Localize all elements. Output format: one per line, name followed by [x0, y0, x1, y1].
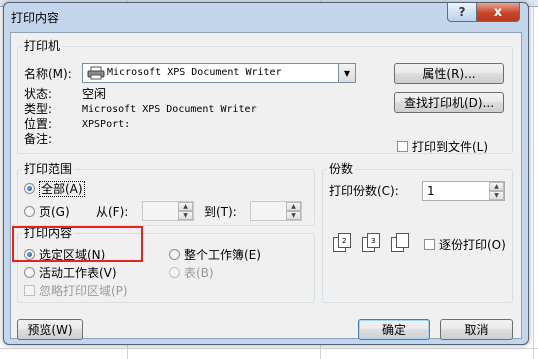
ok-button[interactable]: 确定 — [358, 319, 430, 340]
location-value: XPSPort: — [82, 119, 131, 130]
print-dialog: 打印内容 ? x 打印机 名称(M): Microsoft XPS Docume… — [3, 2, 529, 345]
help-button[interactable]: ? — [447, 3, 477, 22]
copies-group-label: 份数 — [327, 162, 356, 176]
print-to-file-label[interactable]: 打印到文件(L) — [412, 140, 488, 154]
preview-button[interactable]: 预览(W) — [17, 319, 83, 340]
title-bar[interactable]: 打印内容 ? x — [4, 3, 528, 33]
copies-count-label: 打印份数(C): — [329, 184, 399, 198]
type-label: 类型: — [24, 102, 53, 116]
printer-icon — [87, 66, 105, 80]
help-icon: ? — [458, 5, 466, 19]
content-table-radio[interactable] — [169, 267, 180, 278]
spin-up-icon[interactable]: ▲ — [286, 202, 301, 211]
range-pages-label[interactable]: 页(G) — [39, 205, 70, 219]
status-value: 空闲 — [82, 87, 107, 101]
range-all-radio[interactable] — [24, 183, 35, 194]
ignore-print-area-label: 忽略打印区域(P) — [39, 284, 128, 298]
content-active-sheet-radio[interactable] — [24, 267, 35, 278]
type-value: Microsoft XPS Document Writer — [82, 104, 257, 115]
spin-up-icon[interactable]: ▲ — [489, 182, 504, 191]
collate-checkbox[interactable] — [424, 239, 435, 250]
find-printer-button[interactable]: 查找打印机(D)... — [394, 92, 504, 113]
status-label: 状态: — [24, 87, 53, 101]
copies-count-input[interactable]: 1 ▲ ▼ — [422, 181, 505, 201]
properties-button[interactable]: 属性(R)... — [394, 63, 504, 84]
collate-page-icon — [396, 233, 409, 248]
printer-group: 打印机 名称(M): Microsoft XPS Document Writer… — [17, 39, 513, 154]
spin-up-icon[interactable]: ▲ — [178, 202, 193, 211]
close-button[interactable]: x — [476, 3, 520, 22]
printer-name-select[interactable]: Microsoft XPS Document Writer ▼ — [82, 63, 356, 83]
print-range-group-label: 打印范围 — [22, 162, 75, 176]
chevron-down-icon[interactable]: ▼ — [338, 64, 355, 82]
spin-down-icon[interactable]: ▼ — [489, 191, 504, 200]
content-workbook-label[interactable]: 整个工作簿(E) — [184, 248, 261, 262]
annotation-highlight-box — [12, 226, 143, 262]
collate-page-icon: 3 — [367, 233, 380, 248]
content-table-label: 表(B) — [184, 266, 214, 280]
printer-name-value: Microsoft XPS Document Writer — [107, 67, 282, 78]
range-from-label: 从(F): — [96, 205, 129, 219]
grid-row-line — [0, 348, 538, 349]
collate-page-icon: 2 — [338, 233, 351, 248]
copies-group: 份数 打印份数(C): 1 ▲▼ 1 2 3 逐份打印(O) — [322, 162, 513, 303]
content-workbook-radio[interactable] — [169, 249, 180, 260]
location-label: 位置: — [24, 117, 53, 131]
range-to-label: 到(T): — [204, 205, 237, 219]
print-to-file-checkbox[interactable] — [397, 141, 408, 152]
copies-count-value: 1 — [427, 184, 435, 198]
printer-group-label: 打印机 — [22, 39, 63, 53]
close-icon: x — [493, 4, 503, 20]
content-active-sheet-label[interactable]: 活动工作表(V) — [39, 266, 117, 280]
printer-name-label: 名称(M): — [24, 67, 72, 81]
spin-down-icon[interactable]: ▼ — [178, 211, 193, 220]
range-from-input[interactable]: ▲ ▼ — [142, 201, 194, 221]
cancel-button[interactable]: 取消 — [440, 319, 513, 340]
range-to-input[interactable]: ▲ ▼ — [250, 201, 302, 221]
range-pages-radio[interactable] — [24, 206, 35, 217]
ignore-print-area-checkbox[interactable] — [24, 285, 35, 296]
print-range-group: 打印范围 全部(A) 页(G) 从(F): ▲ ▼ 到(T): ▲ ▼ — [17, 162, 315, 226]
dialog-client-area: 打印机 名称(M): Microsoft XPS Document Writer… — [10, 32, 522, 340]
dialog-title: 打印内容 — [11, 11, 60, 25]
collate-label[interactable]: 逐份打印(O) — [439, 238, 506, 252]
spin-down-icon[interactable]: ▼ — [286, 211, 301, 220]
range-all-label[interactable]: 全部(A) — [39, 181, 85, 197]
comment-label: 备注: — [24, 132, 53, 146]
grid-column-line — [533, 0, 534, 359]
